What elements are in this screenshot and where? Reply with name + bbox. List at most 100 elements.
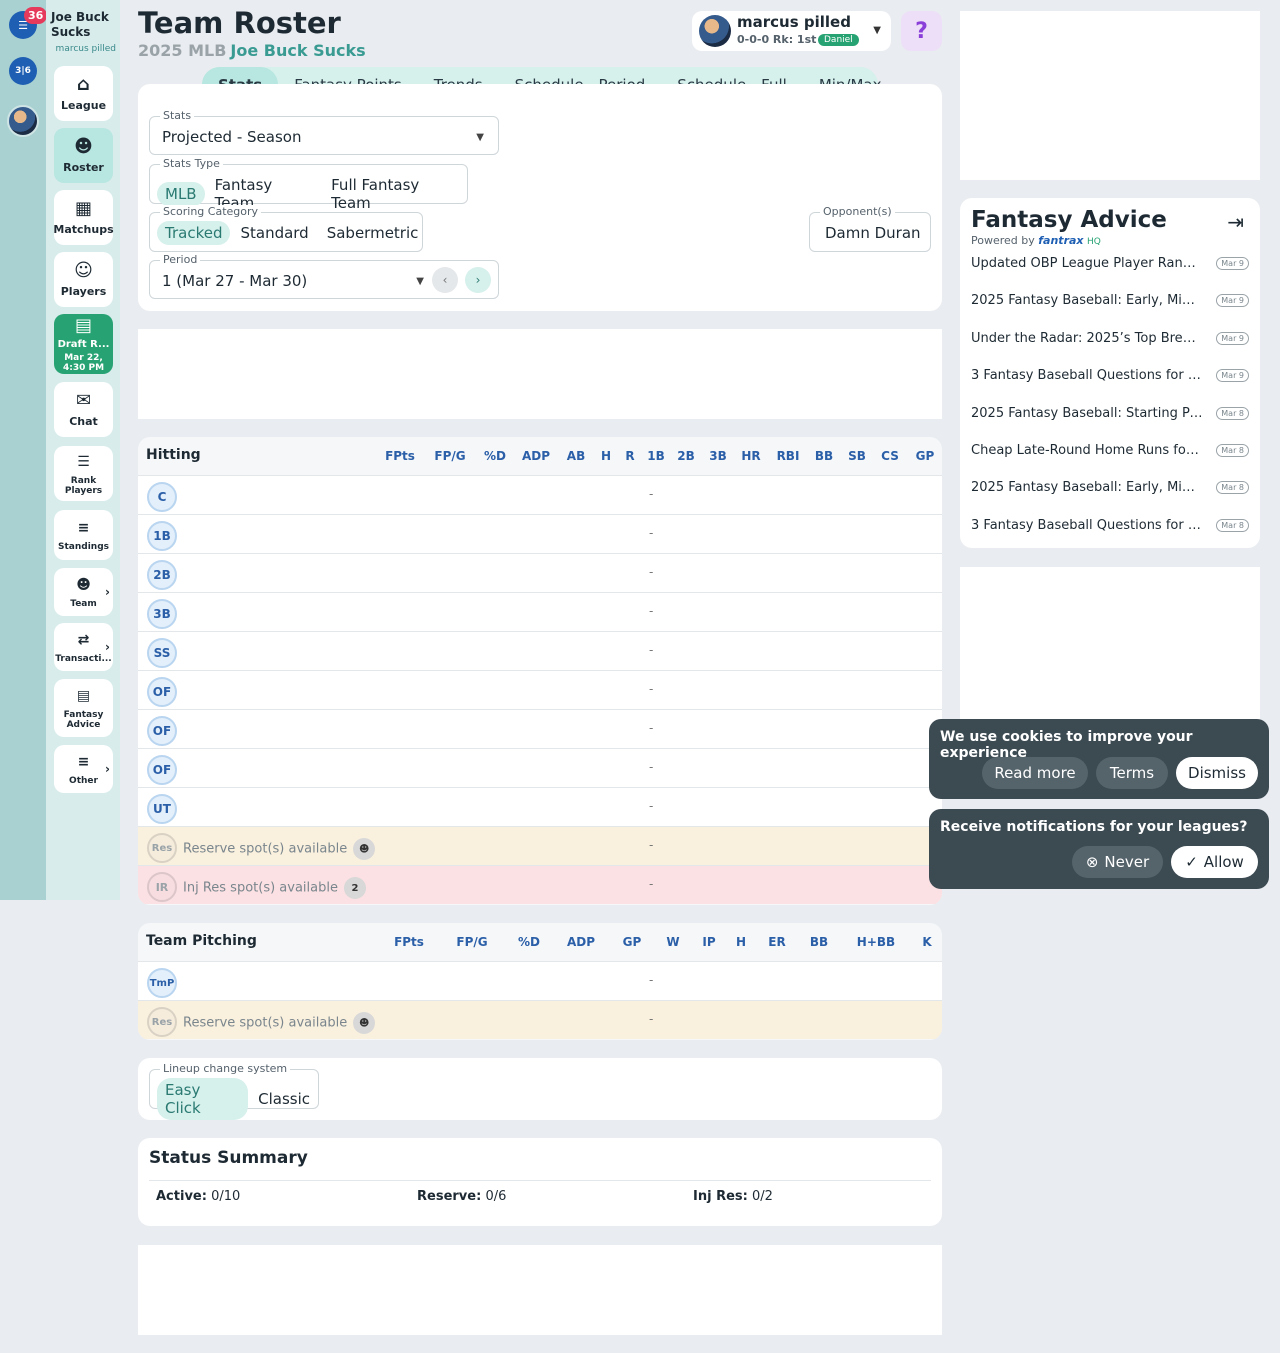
reserve-row: Res Reserve spot(s) available ☻ - <box>138 826 942 865</box>
sidebar-item-league[interactable]: ⌂ League <box>54 66 113 121</box>
never-button[interactable]: ⊗ Never <box>1072 846 1163 878</box>
lineup-card: Lineup change system Easy Click Classic <box>138 1058 942 1120</box>
sidebar-item-team[interactable]: ☻ Team › <box>54 568 113 616</box>
user-switcher[interactable]: marcus pilled 0-0-0 Rk: 1st Daniel ▼ <box>692 11 891 51</box>
position-badge[interactable]: 2B <box>147 560 177 590</box>
column-header[interactable]: W <box>666 935 679 949</box>
column-header[interactable]: ADP <box>522 449 550 463</box>
position-badge[interactable]: OF <box>147 677 177 707</box>
terms-button[interactable]: Terms <box>1096 757 1168 789</box>
advice-item[interactable]: 2025 Fantasy Baseball: Starting Pitcher … <box>971 405 1249 425</box>
advice-item[interactable]: Under the Radar: 2025’s Top Breakout Can… <box>971 330 1249 350</box>
scoring-tracked[interactable]: Tracked <box>157 221 231 245</box>
allow-button[interactable]: ✓ Allow <box>1171 846 1258 878</box>
people-icon[interactable]: ☻ <box>353 1012 376 1034</box>
advice-item[interactable]: 2025 Fantasy Baseball: Early, Mid, and L… <box>971 292 1249 312</box>
column-header[interactable]: SB <box>848 449 866 463</box>
sidebar-item-draft[interactable]: ▤ Draft R... Mar 22, 4:30 PM <box>54 314 113 374</box>
column-header[interactable]: HR <box>741 449 760 463</box>
read-more-button[interactable]: Read more <box>982 757 1088 789</box>
sidebar-item-transactions[interactable]: ⇄ Transacti... › <box>54 623 113 671</box>
position-badge[interactable]: OF <box>147 755 177 785</box>
column-header[interactable]: 1B <box>647 449 665 463</box>
lineup-easy-click[interactable]: Easy Click <box>157 1078 249 1120</box>
team-link[interactable]: Joe Buck Sucks <box>230 41 365 60</box>
sidebar-item-other[interactable]: ≡ Other › <box>54 745 113 793</box>
position-badge[interactable]: UT <box>147 794 177 824</box>
position-badge[interactable]: OF <box>147 716 177 746</box>
dismiss-button[interactable]: Dismiss <box>1176 757 1258 789</box>
ad-slot <box>960 567 1260 727</box>
column-header[interactable]: H+BB <box>857 935 895 949</box>
lineup-classic[interactable]: Classic <box>250 1087 318 1111</box>
never-label: Never <box>1104 853 1150 871</box>
prev-period-button[interactable]: ‹ <box>432 267 458 293</box>
column-header[interactable]: BB <box>810 935 828 949</box>
column-header[interactable]: 3B <box>709 449 727 463</box>
league-switch-button[interactable]: 3|6 <box>9 57 37 85</box>
next-period-button[interactable]: › <box>465 267 491 293</box>
user-record: 0-0-0 Rk: 1st <box>737 33 817 46</box>
notification-badge: 36 <box>24 7 48 24</box>
advice-item[interactable]: 3 Fantasy Baseball Questions for the Wee… <box>971 367 1249 387</box>
position-badge[interactable]: 3B <box>147 599 177 629</box>
column-header[interactable]: H <box>736 935 746 949</box>
column-header[interactable]: AB <box>567 449 585 463</box>
column-header[interactable]: R <box>625 449 634 463</box>
column-header[interactable]: FPts <box>394 935 424 949</box>
sidebar-item-rank-players[interactable]: ☰ Rank Players <box>54 446 113 501</box>
caret-down-icon: ▼ <box>873 25 881 36</box>
sidebar-item-roster[interactable]: ☻ Roster <box>54 128 113 183</box>
brand-hq: HQ <box>1087 237 1101 247</box>
column-header[interactable]: FP/G <box>434 449 465 463</box>
stats-type-mlb[interactable]: MLB <box>157 182 205 206</box>
column-header[interactable]: RBI <box>777 449 800 463</box>
help-button[interactable]: ? <box>901 11 942 51</box>
people-icon[interactable]: ☻ <box>353 838 376 860</box>
advice-item-date: Mar 9 <box>1216 257 1249 270</box>
column-header[interactable]: GP <box>623 935 642 949</box>
column-header[interactable]: FP/G <box>456 935 487 949</box>
empty-value: - <box>649 799 654 813</box>
position-badge[interactable]: TmP <box>147 968 177 998</box>
column-header[interactable]: ADP <box>567 935 595 949</box>
sidebar-item-standings[interactable]: ≡ Standings <box>54 510 113 560</box>
position-badge[interactable]: C <box>147 482 177 512</box>
open-external-icon[interactable]: ⇥ <box>1227 210 1244 234</box>
position-badge[interactable]: 1B <box>147 521 177 551</box>
opponent-field[interactable]: Opponent(s) Damn Duran <box>809 205 931 252</box>
scoring-sabermetric[interactable]: Sabermetric <box>319 221 427 245</box>
advice-item[interactable]: 3 Fantasy Baseball Questions for the Wee… <box>971 517 1249 537</box>
position-badge[interactable]: SS <box>147 638 177 668</box>
column-header[interactable]: BB <box>815 449 833 463</box>
scoring-standard[interactable]: Standard <box>232 221 316 245</box>
reserve-label: Reserve spot(s) available ☻ <box>183 1012 376 1034</box>
column-header[interactable]: FPts <box>385 449 415 463</box>
column-header[interactable]: H <box>601 449 611 463</box>
column-header[interactable]: CS <box>881 449 899 463</box>
sidebar-item-matchups[interactable]: ▦ Matchups <box>53 190 114 245</box>
table-row: C- <box>138 475 942 514</box>
advice-item-date: Mar 8 <box>1216 444 1249 457</box>
column-header[interactable]: ER <box>768 935 785 949</box>
column-header[interactable]: %D <box>518 935 540 949</box>
brand-logo: fantrax <box>1038 234 1084 247</box>
column-header[interactable]: 2B <box>677 449 695 463</box>
column-header[interactable]: K <box>922 935 931 949</box>
column-header[interactable]: GP <box>916 449 935 463</box>
sidebar-item-chat[interactable]: ✉ Chat <box>54 382 113 437</box>
stats-type-full-fantasy-team[interactable]: Full Fantasy Team <box>323 173 467 215</box>
sidebar-item-players[interactable]: ☺ Players <box>54 252 113 307</box>
stats-select[interactable]: Stats Projected - Season ▼ <box>149 109 499 155</box>
injres-count: Inj Res: 0/2 <box>693 1189 773 1204</box>
sidebar-item-fantasy-advice[interactable]: ▤ Fantasy Advice <box>54 679 113 737</box>
advice-item[interactable]: Cheap Late-Round Home Runs for 2025 Mar 8 <box>971 442 1249 462</box>
column-header[interactable]: IP <box>702 935 715 949</box>
user-avatar[interactable] <box>7 105 39 137</box>
period-select[interactable]: Period 1 (Mar 27 - Mar 30) ▼ ‹ › <box>149 253 499 299</box>
column-header[interactable]: %D <box>484 449 506 463</box>
table-row: 2B - <box>138 553 942 592</box>
advice-item[interactable]: Updated OBP League Player Rankings Mar 9 <box>971 255 1249 275</box>
advice-item[interactable]: 2025 Fantasy Baseball: Early, Mid, and L… <box>971 479 1249 499</box>
cookie-banner: We use cookies to improve your experienc… <box>929 719 1269 799</box>
